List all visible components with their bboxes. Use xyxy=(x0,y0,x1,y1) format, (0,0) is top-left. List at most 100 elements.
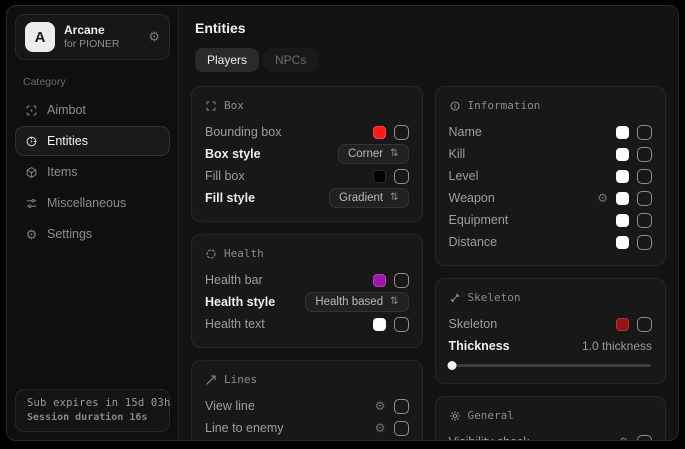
row-settings-gear-icon[interactable]: ⚙ xyxy=(618,436,629,440)
dropdown-value: Corner xyxy=(348,148,383,160)
checkbox[interactable] xyxy=(637,191,652,206)
checkbox[interactable] xyxy=(637,235,652,250)
row-name: Name xyxy=(449,121,653,143)
sidebar-item-label: Items xyxy=(47,165,78,179)
card-title: Box xyxy=(224,99,244,112)
tab-players[interactable]: Players xyxy=(195,48,259,72)
lines-card-header: Lines xyxy=(205,373,409,386)
box-corners-icon xyxy=(205,100,217,112)
row-visibility-check: Visibility check ⚙ xyxy=(449,431,653,440)
row-label: Box style xyxy=(205,147,261,161)
sidebar-item-label: Miscellaneous xyxy=(47,196,126,210)
information-card: Information Name Kill xyxy=(435,86,667,266)
checkbox[interactable] xyxy=(637,213,652,228)
row-settings-gear-icon[interactable]: ⚙ xyxy=(597,192,608,204)
color-swatch[interactable] xyxy=(616,148,629,161)
sidebar-item-settings[interactable]: ⚙ Settings xyxy=(15,219,170,249)
row-box-style: Box style Corner ⇅ xyxy=(205,143,409,165)
unfold-icon: ⇅ xyxy=(390,149,398,159)
checkbox[interactable] xyxy=(637,147,652,162)
row-health-bar: Health bar xyxy=(205,269,409,291)
row-label: Health bar xyxy=(205,273,263,287)
health-card-header: Health xyxy=(205,247,409,260)
row-label: Fill box xyxy=(205,169,245,183)
category-label: Category xyxy=(23,76,162,88)
diagonal-line-icon xyxy=(205,374,217,386)
box-card-header: Box xyxy=(205,99,409,112)
app-window: A Arcane for PIONER ⚙ Category Aimbot xyxy=(6,5,679,441)
row-label: Line to enemy xyxy=(205,421,284,435)
checkbox[interactable] xyxy=(637,435,652,441)
color-swatch[interactable] xyxy=(616,126,629,139)
row-settings-gear-icon[interactable]: ⚙ xyxy=(375,400,386,412)
row-label: Fill style xyxy=(205,191,255,205)
box-style-dropdown[interactable]: Corner ⇅ xyxy=(338,144,409,164)
cards-grid: Box Bounding box Box style Corner ⇅ xyxy=(191,86,666,440)
page-title: Entities xyxy=(195,20,662,36)
color-swatch[interactable] xyxy=(616,214,629,227)
row-skeleton: Skeleton xyxy=(449,313,653,335)
row-health-style: Health style Health based ⇅ xyxy=(205,291,409,313)
dropdown-value: Health based xyxy=(315,296,383,308)
crosshair-icon xyxy=(25,104,38,117)
checkbox[interactable] xyxy=(637,169,652,184)
sidebar-item-entities[interactable]: Entities xyxy=(15,126,170,156)
bone-icon xyxy=(449,292,461,304)
row-health-text: Health text xyxy=(205,313,409,335)
row-settings-gear-icon[interactable]: ⚙ xyxy=(375,422,386,434)
checkbox[interactable] xyxy=(637,317,652,332)
package-icon xyxy=(25,166,38,179)
slider-track xyxy=(450,364,652,367)
main-panel: Entities Players NPCs Box Bounding box xyxy=(179,6,678,440)
sidebar-item-items[interactable]: Items xyxy=(15,157,170,187)
radar-icon xyxy=(25,135,38,148)
right-column: Information Name Kill xyxy=(435,86,667,440)
app-title: Arcane xyxy=(64,23,119,38)
slider-thumb[interactable] xyxy=(447,361,456,370)
checkbox[interactable] xyxy=(394,421,409,436)
checkbox[interactable] xyxy=(394,317,409,332)
color-swatch[interactable] xyxy=(373,170,386,183)
color-swatch[interactable] xyxy=(373,274,386,287)
row-kill: Kill xyxy=(449,143,653,165)
sun-icon xyxy=(449,410,461,422)
thickness-slider[interactable] xyxy=(450,360,652,371)
box-card: Box Bounding box Box style Corner ⇅ xyxy=(191,86,423,222)
tab-bar: Players NPCs xyxy=(195,48,662,72)
color-swatch[interactable] xyxy=(616,192,629,205)
color-swatch[interactable] xyxy=(373,318,386,331)
sidebar: A Arcane for PIONER ⚙ Category Aimbot xyxy=(7,6,179,440)
color-swatch[interactable] xyxy=(616,318,629,331)
sidebar-item-label: Aimbot xyxy=(47,103,86,117)
general-card: General Visibility check ⚙ Max distance … xyxy=(435,396,667,440)
information-card-header: Information xyxy=(449,99,653,112)
checkbox[interactable] xyxy=(394,273,409,288)
color-swatch[interactable] xyxy=(616,236,629,249)
row-level: Level xyxy=(449,165,653,187)
color-swatch[interactable] xyxy=(616,170,629,183)
row-label: Health style xyxy=(205,295,275,309)
session-duration-text: Session duration 16s xyxy=(27,412,158,423)
health-style-dropdown[interactable]: Health based ⇅ xyxy=(305,292,408,312)
row-label: Level xyxy=(449,169,479,183)
row-label: Weapon xyxy=(449,191,495,205)
sidebar-item-miscellaneous[interactable]: Miscellaneous xyxy=(15,188,170,218)
checkbox[interactable] xyxy=(394,169,409,184)
settings-gear-icon[interactable]: ⚙ xyxy=(148,29,160,45)
checkbox[interactable] xyxy=(394,125,409,140)
row-thickness: Thickness 1.0 thickness xyxy=(449,335,653,357)
tab-npcs[interactable]: NPCs xyxy=(263,48,318,72)
row-distance: Distance xyxy=(449,231,653,253)
sidebar-nav: Aimbot Entities xyxy=(15,95,170,250)
fill-style-dropdown[interactable]: Gradient ⇅ xyxy=(329,188,409,208)
checkbox[interactable] xyxy=(637,125,652,140)
row-fill-box: Fill box xyxy=(205,165,409,187)
checkbox[interactable] xyxy=(394,399,409,414)
gear-icon: ⚙ xyxy=(25,228,38,241)
row-equipment: Equipment xyxy=(449,209,653,231)
brand-text: Arcane for PIONER xyxy=(64,23,119,51)
app-subtitle: for PIONER xyxy=(64,38,119,51)
color-swatch[interactable] xyxy=(373,126,386,139)
row-label: Thickness xyxy=(449,339,510,353)
sidebar-item-aimbot[interactable]: Aimbot xyxy=(15,95,170,125)
